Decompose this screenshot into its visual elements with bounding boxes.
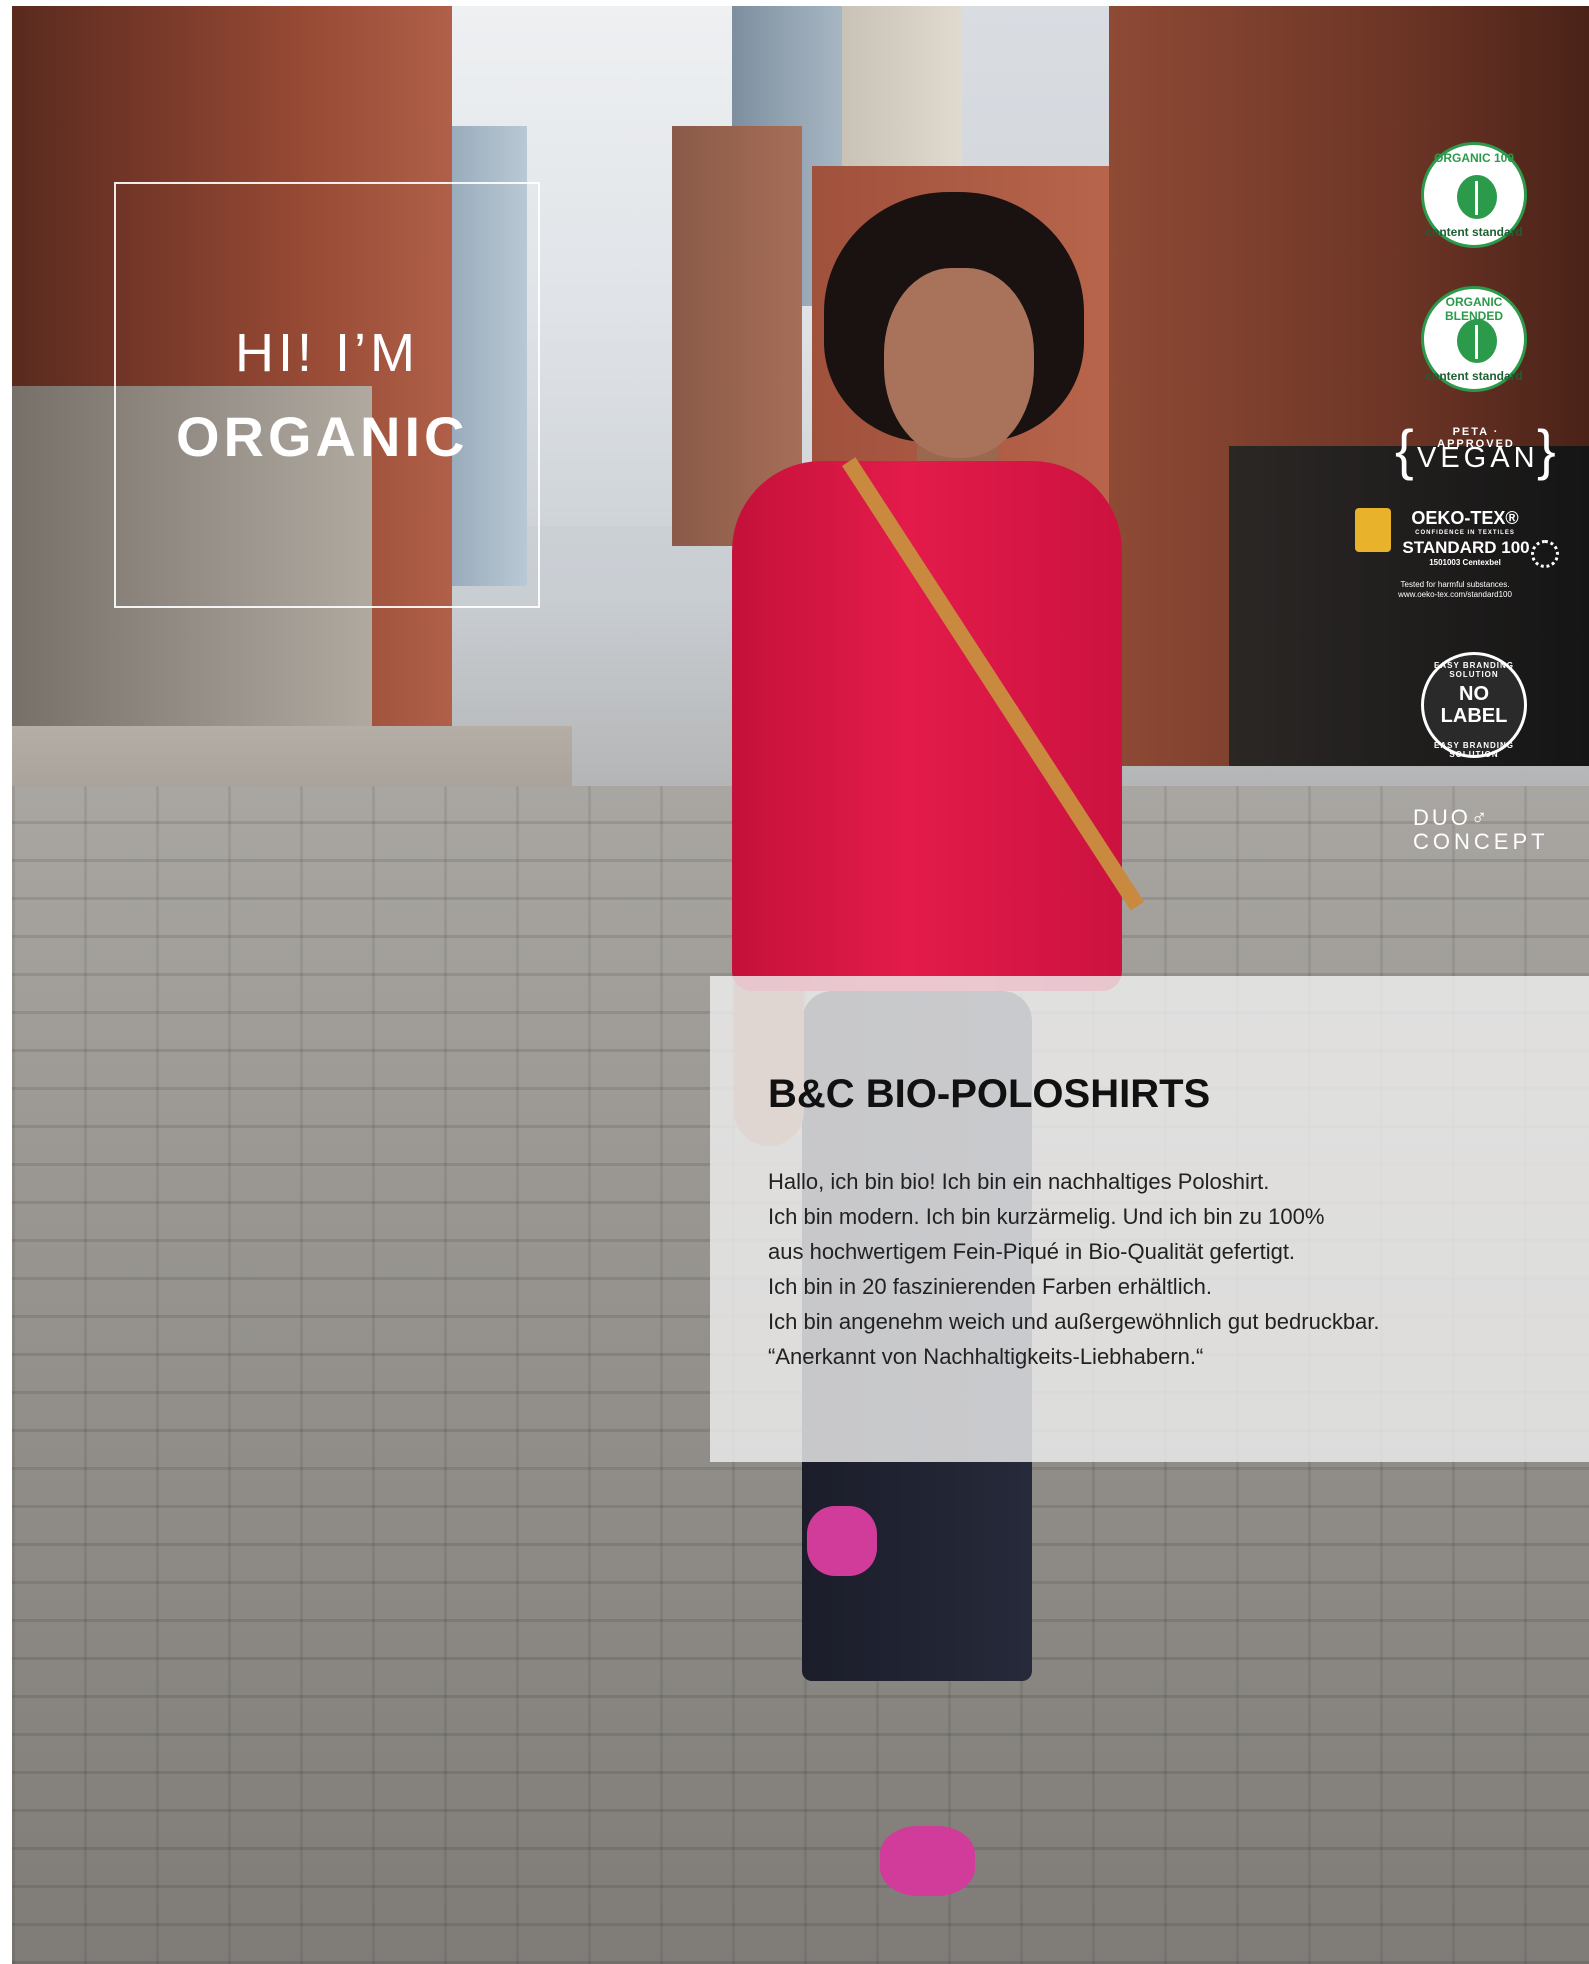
no-label-line-1: NO bbox=[1459, 683, 1489, 705]
oeko-tex-logo-icon bbox=[1355, 508, 1391, 552]
oeko-tex-standard: STANDARD 100 bbox=[1402, 538, 1530, 557]
flower-icon bbox=[1531, 540, 1559, 568]
no-label-ring-text: EASY BRANDING SOLUTION bbox=[1434, 661, 1514, 679]
description-line: aus hochwertigem Fein-Piqué in Bio-Quali… bbox=[768, 1239, 1296, 1264]
model-shoe bbox=[880, 1826, 975, 1896]
badge-top-text: ORGANIC 100 bbox=[1433, 151, 1515, 165]
oeko-tex-note-line-2: www.oeko-tex.com/standard100 bbox=[1398, 590, 1512, 599]
leaf-icon bbox=[1457, 319, 1497, 363]
product-description: Hallo, ich bin bio! Ich bin ein nachhalt… bbox=[768, 1164, 1548, 1374]
no-label-ring-text-bottom: EASY BRANDING SOLUTION bbox=[1434, 741, 1514, 759]
left-brace-icon: { bbox=[1395, 418, 1414, 481]
red-polo-shirt bbox=[732, 461, 1122, 991]
badge-bottom-text: content standard bbox=[1425, 225, 1523, 239]
product-title: B&C BIO-POLOSHIRTS bbox=[768, 1072, 1211, 1116]
model-face bbox=[884, 268, 1034, 458]
description-line: Ich bin angenehm weich und außergewöhnli… bbox=[768, 1309, 1380, 1334]
duo-concept-logo: DUO♂ CONCEPT bbox=[1413, 806, 1553, 854]
badge-bottom-text: content standard bbox=[1425, 369, 1523, 383]
leaf-icon bbox=[1457, 175, 1497, 219]
no-label-line-2: LABEL bbox=[1440, 705, 1508, 727]
organic-100-badge: ORGANIC 100 content standard bbox=[1421, 142, 1527, 248]
vegan-text: VEGAN bbox=[1417, 442, 1539, 474]
organic-blended-badge: ORGANIC BLENDED content standard bbox=[1421, 286, 1527, 392]
headline-frame bbox=[114, 182, 540, 608]
model-shoe bbox=[807, 1506, 877, 1576]
oeko-tex-code: 1501003 Centexbel bbox=[1429, 558, 1501, 567]
headline-line-2: ORGANIC bbox=[176, 405, 469, 468]
oeko-tex-note-line-1: Tested for harmful substances. bbox=[1400, 580, 1510, 589]
description-line: “Anerkannt von Nachhaltigkeits-Liebhaber… bbox=[768, 1344, 1204, 1369]
oeko-tex-note: Tested for harmful substances. www.oeko-… bbox=[1355, 580, 1555, 600]
duo-text: DUO♂ bbox=[1413, 805, 1491, 830]
description-line: Hallo, ich bin bio! Ich bin ein nachhalt… bbox=[768, 1169, 1270, 1194]
oeko-tex-tagline: CONFIDENCE IN TEXTILES bbox=[1415, 530, 1515, 536]
no-label-badge: EASY BRANDING SOLUTION NO LABEL EASY BRA… bbox=[1421, 652, 1527, 759]
headline-line-1: HI! I’M bbox=[235, 323, 419, 383]
right-brace-icon: } bbox=[1537, 418, 1556, 481]
oeko-tex-badge: OEKO-TEX® CONFIDENCE IN TEXTILES STANDAR… bbox=[1355, 508, 1565, 608]
oeko-tex-title: OEKO-TEX® bbox=[1411, 508, 1519, 528]
description-line: Ich bin modern. Ich bin kurzärmelig. Und… bbox=[768, 1204, 1325, 1229]
concept-text: CONCEPT bbox=[1413, 829, 1549, 854]
catalog-page: HI! I’M ORGANIC ORGANIC 100 content stan… bbox=[0, 0, 1589, 1964]
peta-vegan-badge: { PETA · APPROVED VEGAN } bbox=[1395, 418, 1556, 481]
description-line: Ich bin in 20 faszinierenden Farben erhä… bbox=[768, 1274, 1212, 1299]
